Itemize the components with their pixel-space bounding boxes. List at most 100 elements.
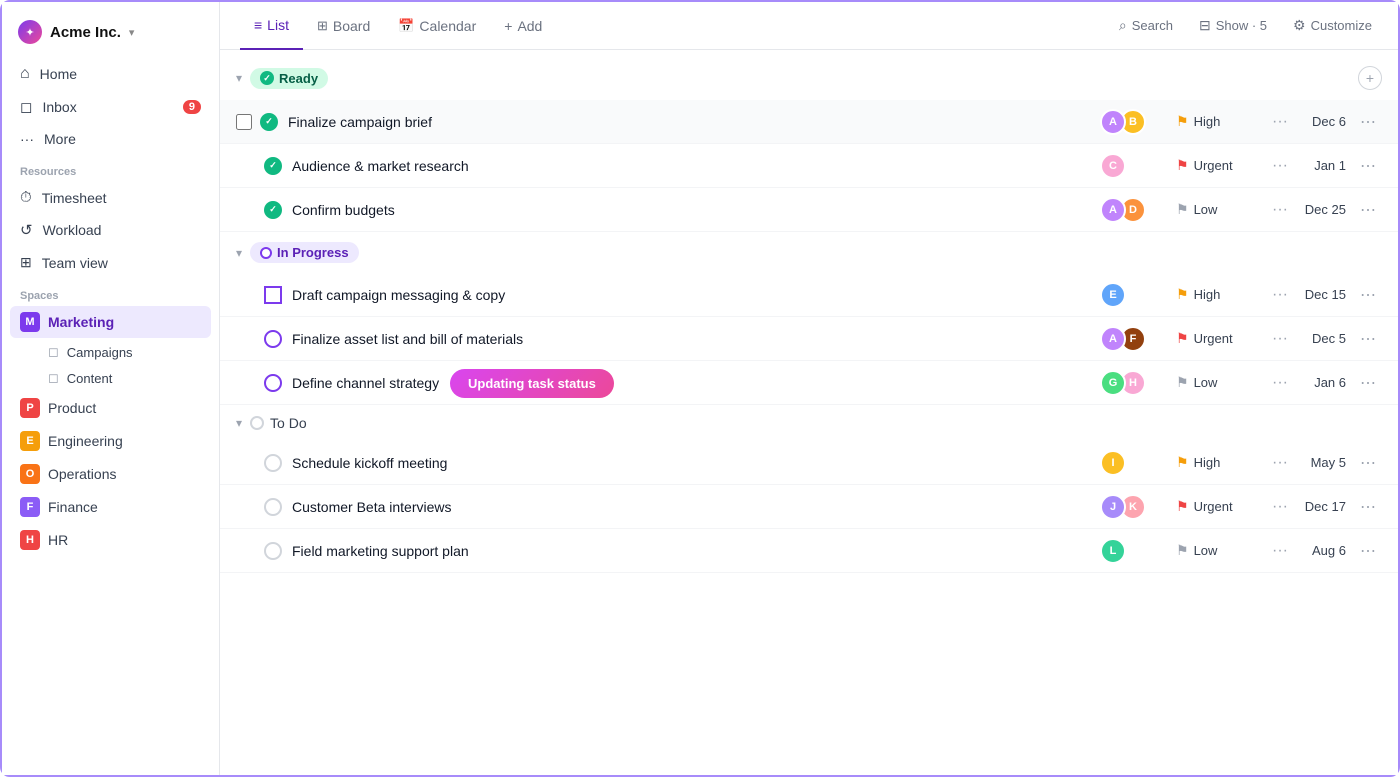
priority-col: ⚑ High (1176, 286, 1266, 303)
priority-col: ⚑ Urgent (1176, 157, 1266, 174)
task-name: Finalize campaign brief (288, 114, 1100, 130)
flag-urgent-icon: ⚑ (1176, 157, 1189, 174)
avatar: A (1100, 326, 1126, 352)
flag-high-icon2: ⚑ (1176, 286, 1189, 303)
more-btn[interactable]: ⋯ (1354, 198, 1382, 222)
task-name: Schedule kickoff meeting (292, 455, 1100, 471)
sidebar-item-timesheet[interactable]: ⏱ Timesheet (10, 182, 211, 213)
priority-col: ⚑ High (1176, 113, 1266, 130)
task-date: Dec 5 (1294, 331, 1346, 346)
flag-low-icon2: ⚑ (1176, 374, 1189, 391)
task-date: Dec 17 (1294, 499, 1346, 514)
main-content: ≡ List ⊞ Board 📅 Calendar + Add ⌕ Search (220, 2, 1398, 775)
list-icon: ≡ (254, 17, 262, 33)
product-badge: P (20, 398, 40, 418)
dots-btn[interactable]: ··· (1266, 540, 1294, 562)
calendar-icon: 📅 (398, 18, 414, 34)
table-row: Schedule kickoff meeting I ⚑ High ··· Ma… (220, 441, 1398, 485)
avatar: L (1100, 538, 1126, 564)
search-button[interactable]: ⌕ Search (1113, 13, 1179, 38)
sidebar-item-home[interactable]: ⌂ Home (10, 58, 211, 90)
more-btn[interactable]: ⋯ (1354, 154, 1382, 178)
table-row: ✓ Confirm budgets A D ⚑ Low ··· Dec 25 ⋯ (220, 188, 1398, 232)
show-button[interactable]: ⊟ Show · 5 (1193, 13, 1273, 38)
status-icon-empty (264, 454, 282, 472)
inprogress-badge: In Progress (250, 242, 359, 263)
inbox-label: Inbox (42, 99, 76, 115)
group-ready: ▾ ✓ Ready + ✓ Finalize campaign brief A … (220, 56, 1398, 232)
task-avatars: C (1100, 153, 1160, 179)
dots-btn[interactable]: ··· (1266, 284, 1294, 306)
table-row: Customer Beta interviews J K ⚑ Urgent ··… (220, 485, 1398, 529)
tab-calendar[interactable]: 📅 Calendar (384, 2, 490, 50)
more-btn[interactable]: ⋯ (1354, 110, 1382, 134)
task-name: Draft campaign messaging & copy (292, 287, 1100, 303)
priority-col: ⚑ Low (1176, 201, 1266, 218)
more-btn[interactable]: ⋯ (1354, 327, 1382, 351)
task-list: ▾ ✓ Ready + ✓ Finalize campaign brief A … (220, 50, 1398, 775)
table-row: ✓ Audience & market research C ⚑ Urgent … (220, 144, 1398, 188)
toolbar-tabs: ≡ List ⊞ Board 📅 Calendar + Add (240, 2, 1113, 50)
task-checkbox[interactable] (236, 114, 252, 130)
resources-section-label: Resources (2, 154, 219, 182)
sidebar-item-workload[interactable]: ↺ Workload (10, 214, 211, 246)
add-task-ready-btn[interactable]: + (1358, 66, 1382, 90)
sub-item-content[interactable]: ◻ Content (38, 365, 211, 391)
sidebar-item-more[interactable]: ··· More (10, 124, 211, 154)
marketing-badge: M (20, 312, 40, 332)
task-name: Field marketing support plan (292, 543, 1100, 559)
tab-add[interactable]: + Add (490, 2, 556, 50)
more-btn[interactable]: ⋯ (1354, 495, 1382, 519)
more-btn[interactable]: ⋯ (1354, 539, 1382, 563)
workload-icon: ↺ (20, 221, 33, 239)
sidebar-item-teamview[interactable]: ⊞ Team view (10, 247, 211, 278)
tab-board[interactable]: ⊞ Board (303, 2, 384, 50)
group-inprogress: ▾ In Progress Draft campaign messaging &… (220, 232, 1398, 405)
task-date: Aug 6 (1294, 543, 1346, 558)
task-date: Dec 25 (1294, 202, 1346, 217)
finance-badge: F (20, 497, 40, 517)
sidebar-item-inbox[interactable]: ◻ Inbox 9 (10, 91, 211, 123)
space-item-marketing[interactable]: M Marketing (10, 306, 211, 338)
status-icon-blue3[interactable] (264, 374, 282, 392)
space-item-hr[interactable]: H HR (10, 524, 211, 556)
priority-col: ⚑ Low (1176, 374, 1266, 391)
task-date: May 5 (1294, 455, 1346, 470)
status-icon-blue (264, 286, 282, 304)
collapse-todo-btn[interactable]: ▾ (236, 416, 242, 430)
task-date: Jan 6 (1294, 375, 1346, 390)
inprogress-dot (260, 247, 272, 259)
dots-btn[interactable]: ··· (1266, 199, 1294, 221)
app-caret: ▾ (129, 26, 135, 39)
dots-btn[interactable]: ··· (1266, 111, 1294, 133)
more-btn[interactable]: ⋯ (1354, 451, 1382, 475)
task-name: Define channel strategy (292, 375, 1100, 391)
engineering-badge: E (20, 431, 40, 451)
more-btn[interactable]: ⋯ (1354, 283, 1382, 307)
priority-col: ⚑ High (1176, 454, 1266, 471)
space-item-operations[interactable]: O Operations (10, 458, 211, 490)
dots-btn[interactable]: ··· (1266, 452, 1294, 474)
dots-btn[interactable]: ··· (1266, 155, 1294, 177)
task-date: Jan 1 (1294, 158, 1346, 173)
dots-btn[interactable]: ··· (1266, 328, 1294, 350)
flag-high-icon3: ⚑ (1176, 454, 1189, 471)
dots-btn[interactable]: ··· (1266, 496, 1294, 518)
table-row: Define channel strategy Updating task st… (220, 361, 1398, 405)
space-item-engineering[interactable]: E Engineering (10, 425, 211, 457)
customize-button[interactable]: ⚙ Customize (1287, 13, 1378, 38)
sub-item-campaigns[interactable]: ◻ Campaigns (38, 339, 211, 365)
priority-col: ⚑ Urgent (1176, 498, 1266, 515)
team-icon: ⊞ (20, 254, 32, 271)
space-item-product[interactable]: P Product (10, 392, 211, 424)
space-item-finance[interactable]: F Finance (10, 491, 211, 523)
inbox-icon: ◻ (20, 98, 32, 116)
task-avatars: E (1100, 282, 1160, 308)
status-icon-green3: ✓ (264, 201, 282, 219)
collapse-inprogress-btn[interactable]: ▾ (236, 246, 242, 260)
collapse-ready-btn[interactable]: ▾ (236, 71, 242, 85)
more-btn[interactable]: ⋯ (1354, 371, 1382, 395)
dots-btn[interactable]: ··· (1266, 372, 1294, 394)
tab-list[interactable]: ≡ List (240, 2, 303, 50)
sidebar-logo[interactable]: ✦ Acme Inc. ▾ (2, 14, 219, 58)
